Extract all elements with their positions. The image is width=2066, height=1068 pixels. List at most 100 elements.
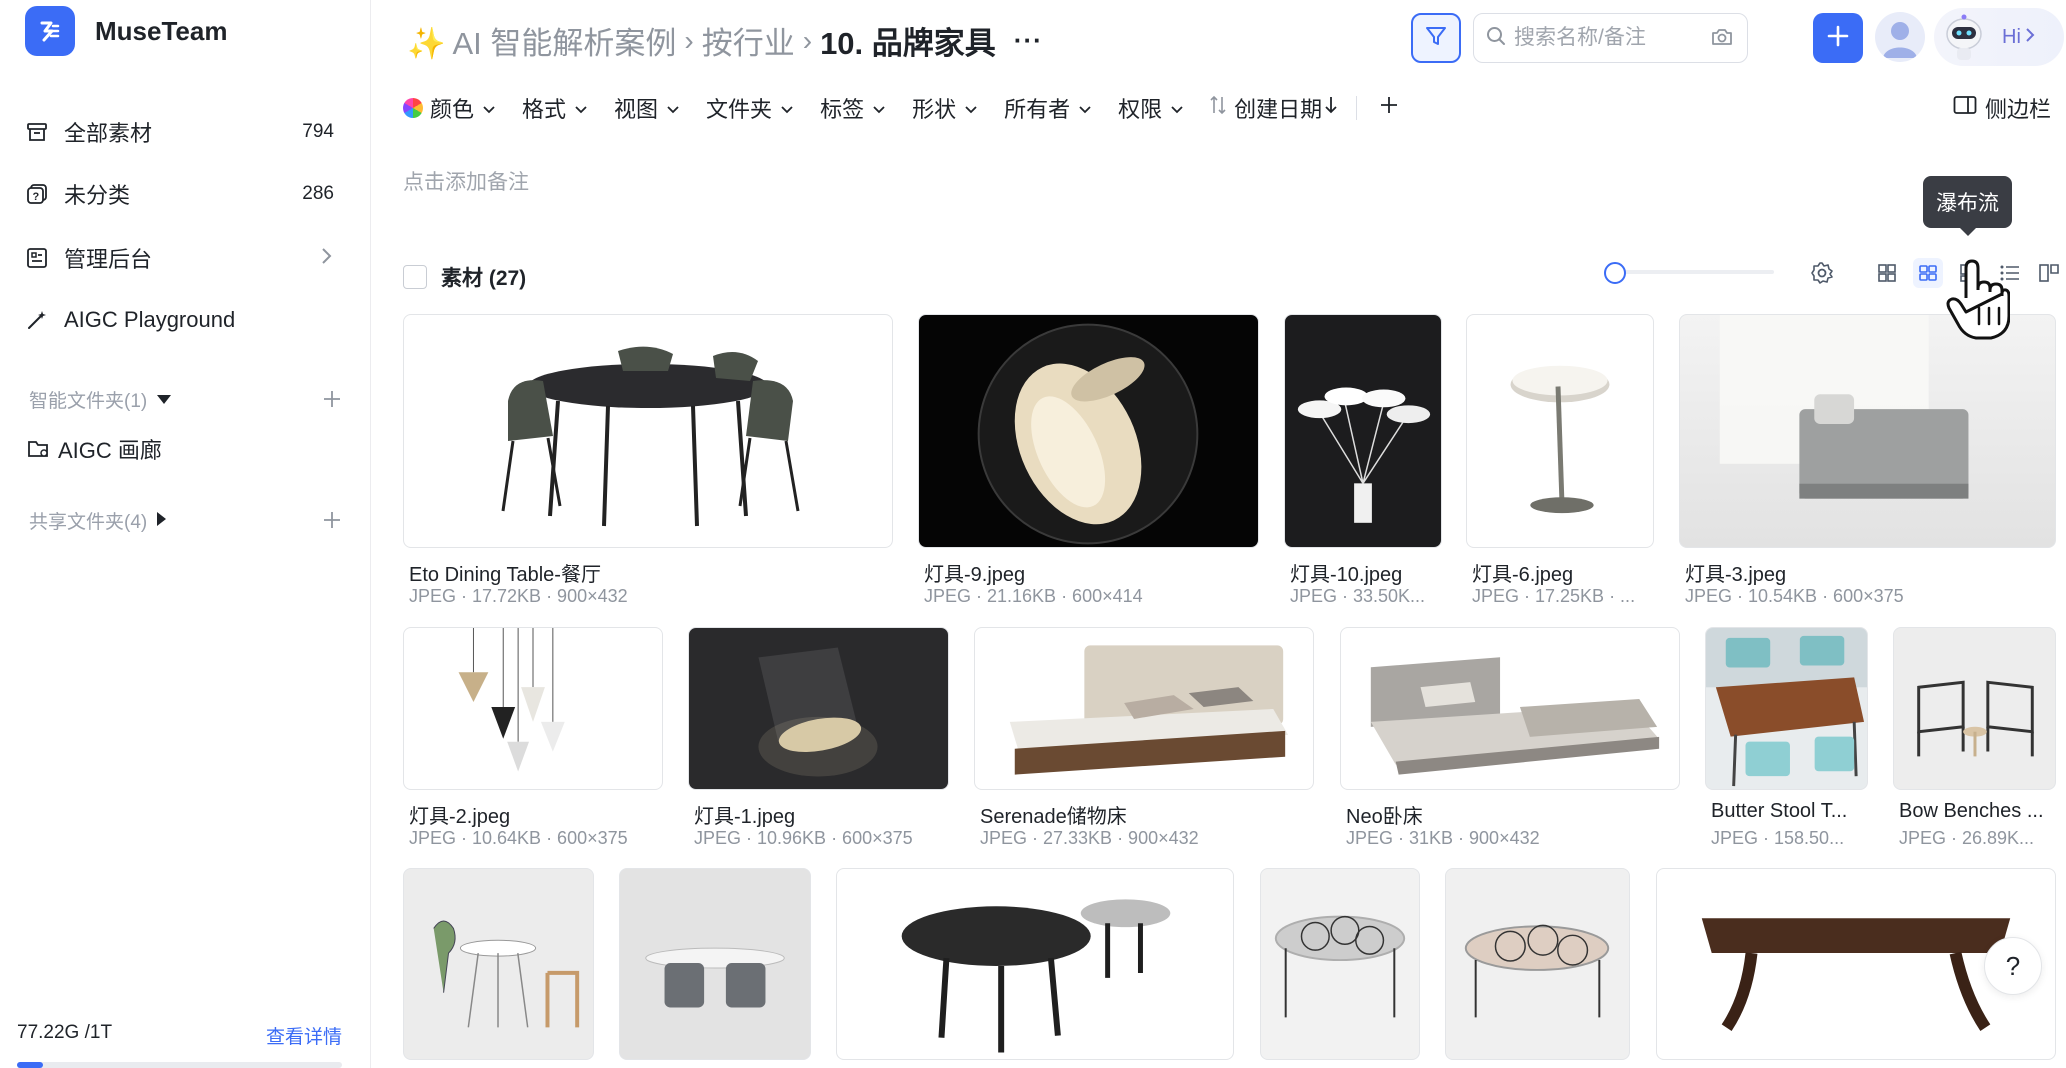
sidebar-item-label: AIGC Playground [64,307,236,332]
grid-view-icon[interactable] [1872,258,1902,288]
asset-name: Bow Benches ... [1899,800,2044,822]
filter-shape[interactable]: 形状 [912,92,978,124]
add-note-field[interactable]: 点击添加备注 [403,166,529,196]
asset-name: 灯具-9.jpeg [924,564,1026,586]
filter-toolbar: 颜色 格式 视图 文件夹 标签 形状 所有者 权限 创建日期 [403,90,1425,126]
sidebar-item-aigc-playground[interactable]: AIGC Playground [24,298,344,342]
asset-meta: JPEG · 21.16KB · 600×414 [924,586,1143,606]
chevron-down-icon [1170,95,1184,121]
asset-name: Serenade储物床 [980,806,1127,828]
filter-color[interactable]: 颜色 [403,92,496,124]
storage-progress-fill [17,1062,43,1068]
asset-meta: JPEG · 17.72KB · 900×432 [409,586,628,606]
detail-view-icon[interactable] [2034,258,2064,288]
sidebar-item-all-assets[interactable]: 全部素材 794 [24,110,344,154]
dining-table-image [501,346,800,527]
select-all-checkbox[interactable] [403,265,427,289]
filter-view[interactable]: 视图 [614,92,680,124]
asset-count-label: 素材 (27) [441,267,527,290]
asset-name: Eto Dining Table-餐厅 [409,564,601,586]
add-filter-button[interactable] [1379,95,1399,121]
slider-handle[interactable] [1604,262,1626,284]
asset-thumbnail[interactable] [403,868,594,1060]
shared-folders-header[interactable]: 共享文件夹(4) [29,507,167,534]
flower-lamp-image [1297,387,1431,523]
chevron-down-icon [780,95,794,121]
coffee-tables-image [901,899,1171,1053]
asset-thumbnail[interactable] [688,627,949,790]
camera-search-icon[interactable] [1711,27,1733,52]
avatar[interactable] [1875,12,1925,62]
asset-thumbnail[interactable] [1679,314,2056,548]
filter-icon [1424,24,1448,53]
breadcrumb-separator-icon: › [802,24,813,56]
smart-folders-header[interactable]: 智能文件夹(1) [29,386,172,413]
smart-folder-aigc-gallery[interactable]: AIGC 画廊 [26,427,346,471]
select-all[interactable]: 素材 (27) [403,262,526,292]
search-icon [1486,26,1506,51]
sidebar-toggle-label: 侧边栏 [1985,97,2052,122]
toolbar-divider [1356,96,1358,120]
asset-thumbnail[interactable] [1260,868,1420,1060]
chevron-down-icon [666,95,680,121]
add-shared-folder-button[interactable] [321,509,343,531]
filter-format[interactable]: 格式 [522,92,588,124]
ai-assistant-button[interactable]: Hi [1934,8,2064,66]
help-button[interactable]: ? [1984,937,2042,995]
asset-name: 灯具-10.jpeg [1290,564,1403,586]
sort-by-date[interactable]: 创建日期 [1210,92,1338,124]
asset-thumbnail[interactable] [1893,627,2056,790]
breadcrumb-root[interactable]: ✨ AI 智能解析案例 [407,18,676,63]
filter-folder[interactable]: 文件夹 [706,92,794,124]
asset-thumbnail[interactable] [918,314,1259,548]
asset-thumbnail[interactable] [974,627,1314,790]
asset-thumbnail[interactable] [1445,868,1630,1060]
arrow-down-icon [1324,95,1338,121]
panel-icon [1953,95,1977,121]
filter-permission[interactable]: 权限 [1118,92,1184,124]
asset-thumbnail[interactable] [619,868,811,1060]
plus-icon [1826,24,1850,53]
filter-button[interactable] [1411,13,1461,63]
tooltip: 瀑布流 [1923,176,2012,236]
asset-thumbnail[interactable] [1705,627,1868,790]
thumbnail-size-slider[interactable] [1604,262,1774,284]
add-smart-folder-button[interactable] [321,388,343,410]
chevron-down-icon [1078,95,1092,121]
section-title: 智能文件夹(1) [29,391,148,412]
asset-thumbnail[interactable] [1466,314,1654,548]
sidebar-item-admin[interactable]: 管理后台 [24,236,344,280]
chevron-down-icon [872,95,886,121]
add-button[interactable] [1813,13,1863,63]
color-wheel-icon [403,98,423,118]
butter-stool-image [1706,628,1867,787]
filter-label: 所有者 [1004,97,1071,122]
asset-meta: JPEG · 31KB · 900×432 [1346,828,1540,848]
sidebar-item-uncategorized[interactable]: ? 未分类 286 [24,172,344,216]
filter-owner[interactable]: 所有者 [1004,92,1092,124]
settings-icon[interactable] [1807,258,1837,288]
filter-tag[interactable]: 标签 [820,92,886,124]
sidebar-toggle-button[interactable]: 侧边栏 [1953,92,2051,124]
asset-thumbnail[interactable] [836,868,1234,1060]
breadcrumb-middle[interactable]: 按行业 [702,18,795,63]
asset-meta: JPEG · 10.96KB · 600×375 [694,828,913,848]
filter-label: 形状 [912,97,957,122]
section-title: 共享文件夹(4) [29,512,148,533]
asset-thumbnail[interactable] [403,627,663,790]
storage-detail-link[interactable]: 查看详情 [266,1022,342,1049]
sidebar-item-label: 全部素材 [64,121,153,146]
search-box[interactable] [1473,13,1748,63]
more-options-button[interactable]: ··· [1014,25,1043,56]
asset-thumbnail[interactable] [1340,627,1680,790]
smart-folder-icon [26,436,52,462]
svg-text:?: ? [33,191,40,203]
sidebar-item-label: 未分类 [64,183,131,208]
breadcrumb: ✨ AI 智能解析案例 › 按行业 › 10. 品牌家具 ··· [407,18,1043,63]
brand[interactable]: MuseTeam [25,6,227,56]
asset-thumbnail[interactable] [403,314,893,548]
adaptive-view-icon[interactable] [1913,258,1943,288]
asset-thumbnail[interactable] [1284,314,1442,548]
search-input[interactable] [1514,26,1714,50]
asset-meta: JPEG · 26.89K... [1899,828,2035,848]
